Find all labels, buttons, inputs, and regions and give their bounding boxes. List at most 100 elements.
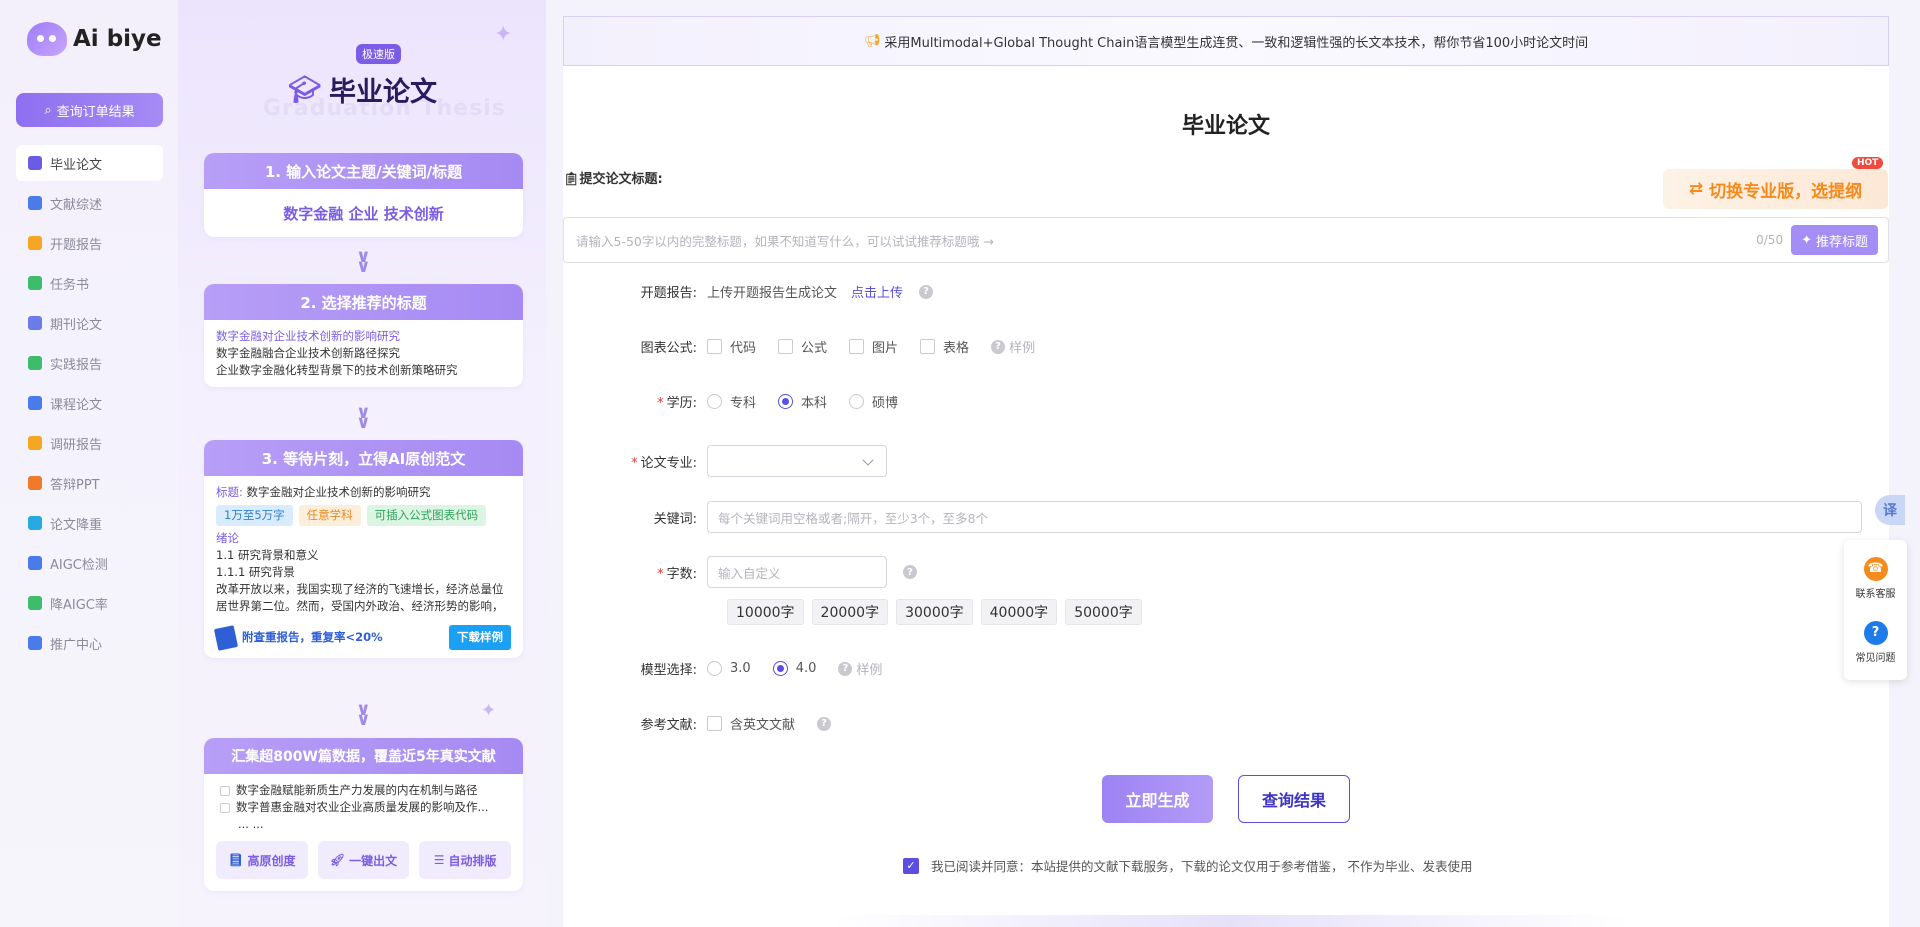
checkbox[interactable]	[778, 339, 794, 354]
recommended-title-item: 企业数字金融化转型背景下的技术创新策略研究	[216, 363, 458, 377]
chevron-down-icon: ∨ ∨	[356, 246, 371, 277]
download-sample-button[interactable]: 下载样例	[449, 625, 511, 650]
option-english-refs[interactable]: 含英文文献	[707, 714, 795, 733]
help-icon: ?	[838, 661, 853, 676]
sample-excerpt: 改革开放以来，我国实现了经济的飞速增长，经济总量位居世界第二位。然而，受国内外政…	[216, 582, 504, 613]
sidebar-item[interactable]: 答辩PPT	[16, 465, 163, 501]
model-3-0[interactable]: 3.0	[707, 661, 751, 676]
step1-value: 数字金融 企业 技术创新	[283, 204, 444, 223]
mortarboard-icon: 🎓︎	[288, 74, 322, 105]
sidebar-item[interactable]: 任务书	[16, 265, 163, 301]
degree-label: * 学历:	[657, 396, 697, 411]
feature-originality[interactable]: 📘︎ 高原创度	[216, 841, 308, 879]
step3-title: 3. 等待片刻，立得AI原创范文	[204, 440, 523, 476]
preset-50000[interactable]: 50000字	[1065, 599, 1142, 625]
sidebar-item[interactable]: 推广中心	[16, 625, 163, 661]
switch-pro-button[interactable]: ⇄ 切换专业版，选提纲	[1663, 169, 1888, 209]
help-icon[interactable]: ?	[903, 565, 917, 579]
sparkle-icon: ✦	[1801, 232, 1812, 248]
sidebar-item-label: AIGC检测	[50, 557, 108, 573]
degree-associate[interactable]: 专科	[707, 392, 756, 411]
model-sample-link[interactable]: ? 样例	[838, 659, 882, 678]
sidebar-item-label: 调研报告	[50, 437, 103, 453]
sidebar-item[interactable]: 毕业论文	[16, 145, 163, 181]
option-code[interactable]: 代码	[707, 337, 756, 356]
step3-card: 3. 等待片刻，立得AI原创范文 标题: 数字金融对企业技术创新的影响研究 1万…	[204, 440, 523, 658]
preset-20000[interactable]: 20000字	[811, 599, 889, 625]
step4-card: 汇集超800W篇数据，覆盖近5年真实文献 数字金融赋能新质生产力发展的内在机制与…	[204, 738, 523, 891]
agreement-checkbox[interactable]: ✓	[903, 857, 919, 874]
option-table[interactable]: 表格	[920, 337, 969, 356]
help-icon[interactable]: ?	[817, 716, 832, 731]
logo[interactable]: Ai biye	[27, 22, 162, 56]
sidebar-item-label: 文献综述	[50, 197, 103, 213]
model-row: 模型选择: 3.0 4.0 ? 样例	[563, 659, 882, 678]
speed-badge: 极速版	[356, 44, 401, 64]
model-4-0[interactable]: 4.0	[772, 661, 816, 676]
sample-link[interactable]: ? 样例	[991, 337, 1035, 356]
generate-button[interactable]: 立即生成	[1102, 775, 1213, 823]
radio[interactable]	[707, 394, 722, 409]
degree-bachelor[interactable]: 本科	[778, 392, 827, 411]
reduce-icon	[28, 516, 42, 530]
upload-link[interactable]: 点击上传	[851, 282, 903, 301]
sidebar-item[interactable]: 调研报告	[16, 425, 163, 461]
radio[interactable]	[707, 661, 722, 676]
send-icon	[28, 636, 42, 650]
info-banner: 📢︎ 采用Multimodal+Global Thought Chain语言模型…	[563, 16, 1889, 66]
sidebar-item[interactable]: AIGC检测	[16, 545, 163, 581]
query-order-button[interactable]: ⌕ 查询订单结果	[16, 93, 163, 127]
recommend-title-button[interactable]: ✦ 推荐标题	[1791, 225, 1878, 255]
agreement: ✓ 我已阅读并同意：本站提供的文献下载服务，下载的论文仅用于参考借鉴， 不作为毕…	[903, 856, 1472, 875]
sample-preview: 标题: 数字金融对企业技术创新的影响研究 1万至5万字 任意学科 可插入公式图表…	[204, 476, 523, 658]
sidebar-item[interactable]: 开题报告	[16, 225, 163, 261]
preset-30000[interactable]: 30000字	[896, 599, 973, 625]
sidebar-item[interactable]: 论文降重	[16, 505, 163, 541]
wordcount-label: * 字数:	[657, 566, 697, 582]
checkbox[interactable]	[707, 339, 722, 354]
option-image[interactable]: 图片	[849, 337, 898, 356]
chevron-down-icon: ∨ ∨	[356, 699, 371, 730]
contact-service-button[interactable]: ☎ 联系客服	[1856, 556, 1896, 600]
sidebar-item[interactable]: 实践报告	[16, 345, 163, 381]
checkbox[interactable]	[849, 339, 865, 354]
sidebar-item[interactable]: 期刊论文	[16, 305, 163, 341]
search-icon: ⌕	[44, 102, 52, 118]
radio-selected[interactable]	[772, 661, 788, 676]
sidebar-item[interactable]: 降AIGC率	[16, 585, 163, 621]
query-result-button[interactable]: 查询结果	[1238, 775, 1350, 823]
preset-40000[interactable]: 40000字	[980, 599, 1058, 625]
faq-button[interactable]: ? 常见问题	[1856, 620, 1896, 664]
title-input[interactable]: 请输入5-50字以内的完整标题，如果不知道写什么，可以试试推荐标题哦 → 0/5…	[563, 217, 1889, 263]
sample-tags: 1万至5万字 任意学科 可插入公式图表代码	[216, 505, 511, 526]
radio-selected[interactable]	[778, 394, 794, 409]
sidebar-item-label: 任务书	[50, 277, 90, 293]
step4-title: 汇集超800W篇数据，覆盖近5年真实文献	[204, 738, 523, 774]
proposal-text: 上传开题报告生成论文	[707, 286, 838, 301]
help-icon[interactable]: ?	[919, 284, 934, 299]
feature-one-click[interactable]: 🚀︎ 一键出文	[317, 841, 410, 879]
recommended-titles: 数字金融对企业技术创新的影响研究 数字金融融合企业技术创新路径探究 企业数字金融…	[204, 320, 523, 387]
task-icon	[28, 276, 42, 290]
feature-formatting[interactable]: ☰ 自动排版	[419, 841, 512, 879]
sidebar-item-label: 推广中心	[50, 637, 103, 653]
preset-10000[interactable]: 10000字	[727, 599, 804, 625]
major-label: * 论文专业:	[631, 455, 697, 471]
sidebar-item[interactable]: 课程论文	[16, 385, 163, 421]
database-list: 数字金融赋能新质生产力发展的内在机制与路径 数字普惠金融对农业企业高质量发展的影…	[204, 774, 523, 835]
radio[interactable]	[849, 394, 865, 409]
option-formula[interactable]: 公式	[778, 337, 827, 356]
keywords-input[interactable]: 每个关键词用空格或者;隔开，至少3个，至多8个	[707, 501, 1862, 533]
checkbox-icon	[220, 785, 230, 796]
checkbox[interactable]	[920, 339, 936, 354]
references-label: 参考文献:	[640, 718, 697, 733]
clipboard-icon: 📋︎	[563, 172, 580, 187]
checkbox[interactable]	[707, 716, 722, 731]
wordcount-input[interactable]: 输入自定义	[707, 556, 887, 588]
sample-line: 1.1 研究背景和意义	[216, 548, 319, 562]
translate-button[interactable]: 译	[1875, 495, 1905, 525]
sidebar-item[interactable]: 文献综述	[16, 185, 163, 221]
major-select[interactable]	[707, 445, 887, 477]
sidebar-item-label: 论文降重	[50, 517, 103, 533]
degree-master[interactable]: 硕博	[849, 392, 898, 411]
